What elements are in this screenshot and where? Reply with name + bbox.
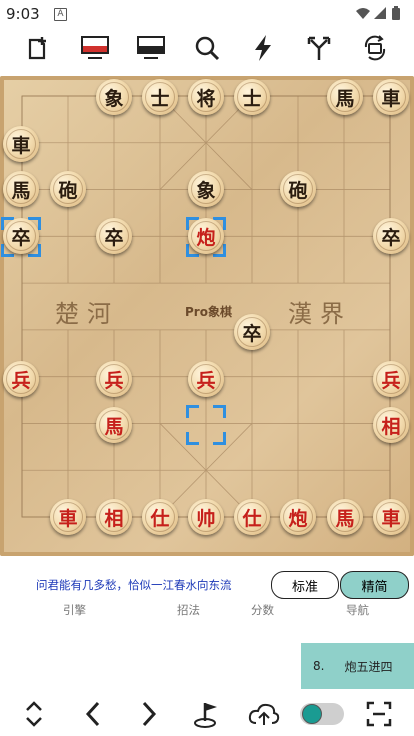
piece-red[interactable]: 兵 bbox=[96, 361, 132, 397]
status-time: 9:03 bbox=[6, 5, 40, 23]
analyze-button[interactable] bbox=[247, 32, 279, 64]
chevron-right-icon bbox=[142, 701, 157, 727]
signal-battery-icons bbox=[354, 5, 408, 25]
piece-black[interactable]: 馬 bbox=[3, 171, 39, 207]
river-label-left: 楚河 bbox=[55, 300, 119, 328]
piece-red[interactable]: 馬 bbox=[327, 499, 363, 535]
piece-black[interactable]: 卒 bbox=[96, 218, 132, 254]
rotate-icon bbox=[364, 35, 386, 61]
expand-collapse-button[interactable] bbox=[20, 697, 48, 731]
piece-black[interactable]: 将 bbox=[188, 79, 224, 115]
move-number: 8. bbox=[313, 659, 325, 673]
wifi-icon bbox=[356, 8, 370, 19]
poem-text: 问君能有几多愁，恰似一江春水向东流 bbox=[36, 578, 232, 592]
top-toolbar bbox=[0, 28, 414, 68]
piece-red[interactable]: 兵 bbox=[373, 361, 409, 397]
river-label-right: 漢界 bbox=[288, 300, 352, 328]
chess-board[interactable]: 楚河 漢界 Pro象棋 象士将士馬車車馬砲象砲卒卒炮卒卒兵兵兵兵馬相車相仕帅仕炮… bbox=[0, 76, 414, 556]
lightning-icon bbox=[255, 35, 271, 61]
monitor-red-icon bbox=[81, 36, 109, 59]
cell-signal-icon bbox=[374, 7, 386, 19]
piece-red[interactable]: 帅 bbox=[188, 499, 224, 535]
black-side-board-button[interactable] bbox=[135, 32, 167, 64]
red-side-board-button[interactable] bbox=[79, 32, 111, 64]
fork-icon bbox=[307, 36, 331, 60]
chevron-left-icon bbox=[85, 701, 100, 727]
piece-red[interactable]: 馬 bbox=[96, 407, 132, 443]
piece-black[interactable]: 砲 bbox=[280, 171, 316, 207]
move-list-item[interactable]: 8. 炮五进四 bbox=[301, 643, 414, 689]
piece-red[interactable]: 車 bbox=[50, 499, 86, 535]
tab-engine[interactable]: 引擎 bbox=[63, 602, 86, 618]
branch-button[interactable] bbox=[303, 32, 335, 64]
previous-move-button[interactable] bbox=[80, 697, 106, 731]
piece-black[interactable]: 象 bbox=[188, 171, 224, 207]
piece-black[interactable]: 象 bbox=[96, 79, 132, 115]
piece-red[interactable]: 相 bbox=[373, 407, 409, 443]
frame-icon bbox=[366, 701, 392, 727]
move-text: 炮五进四 bbox=[344, 659, 393, 674]
bottom-toolbar bbox=[0, 693, 414, 736]
auto-play-toggle[interactable] bbox=[300, 697, 344, 731]
piece-black[interactable]: 士 bbox=[234, 79, 270, 115]
piece-black[interactable]: 卒 bbox=[373, 218, 409, 254]
piece-red[interactable]: 炮 bbox=[280, 499, 316, 535]
tab-nav[interactable]: 导航 bbox=[346, 602, 369, 618]
rotate-board-button[interactable] bbox=[359, 32, 391, 64]
upload-button[interactable] bbox=[248, 697, 280, 731]
cloud-upload-icon bbox=[248, 703, 280, 725]
search-button[interactable] bbox=[191, 32, 223, 64]
move-origin-marker bbox=[186, 405, 226, 445]
next-move-button[interactable] bbox=[136, 697, 162, 731]
toggle-knob bbox=[302, 704, 322, 724]
piece-red[interactable]: 炮 bbox=[188, 218, 224, 254]
piece-black[interactable]: 車 bbox=[373, 79, 409, 115]
fullscreen-button[interactable] bbox=[364, 697, 394, 731]
new-game-button[interactable] bbox=[22, 32, 54, 64]
search-icon bbox=[195, 36, 220, 61]
tab-score[interactable]: 分数 bbox=[251, 602, 274, 618]
piece-red[interactable]: 仕 bbox=[142, 499, 178, 535]
battery-icon bbox=[392, 8, 400, 20]
status-bar: 9:03 A bbox=[0, 0, 414, 26]
piece-black[interactable]: 馬 bbox=[327, 79, 363, 115]
new-document-icon bbox=[28, 37, 46, 60]
bookmark-button[interactable] bbox=[192, 697, 222, 731]
standard-mode-button[interactable]: 标准 bbox=[271, 571, 339, 599]
piece-black[interactable]: 砲 bbox=[50, 171, 86, 207]
flag-pin-icon bbox=[194, 703, 217, 728]
piece-red[interactable]: 仕 bbox=[234, 499, 270, 535]
piece-black[interactable]: 士 bbox=[142, 79, 178, 115]
simple-mode-button[interactable]: 精简 bbox=[340, 571, 409, 599]
piece-red[interactable]: 相 bbox=[96, 499, 132, 535]
brand-label: Pro象棋 bbox=[185, 305, 232, 319]
piece-black[interactable]: 卒 bbox=[234, 314, 270, 350]
piece-red[interactable]: 兵 bbox=[3, 361, 39, 397]
chevron-up-down-icon bbox=[26, 701, 42, 727]
piece-black[interactable]: 車 bbox=[3, 126, 39, 162]
piece-black[interactable]: 卒 bbox=[3, 218, 39, 254]
toggle-switch[interactable] bbox=[300, 703, 344, 725]
piece-red[interactable]: 兵 bbox=[188, 361, 224, 397]
notification-icon: A bbox=[54, 8, 67, 21]
piece-red[interactable]: 車 bbox=[373, 499, 409, 535]
tab-moves[interactable]: 招法 bbox=[177, 602, 200, 618]
monitor-black-icon bbox=[137, 36, 165, 59]
